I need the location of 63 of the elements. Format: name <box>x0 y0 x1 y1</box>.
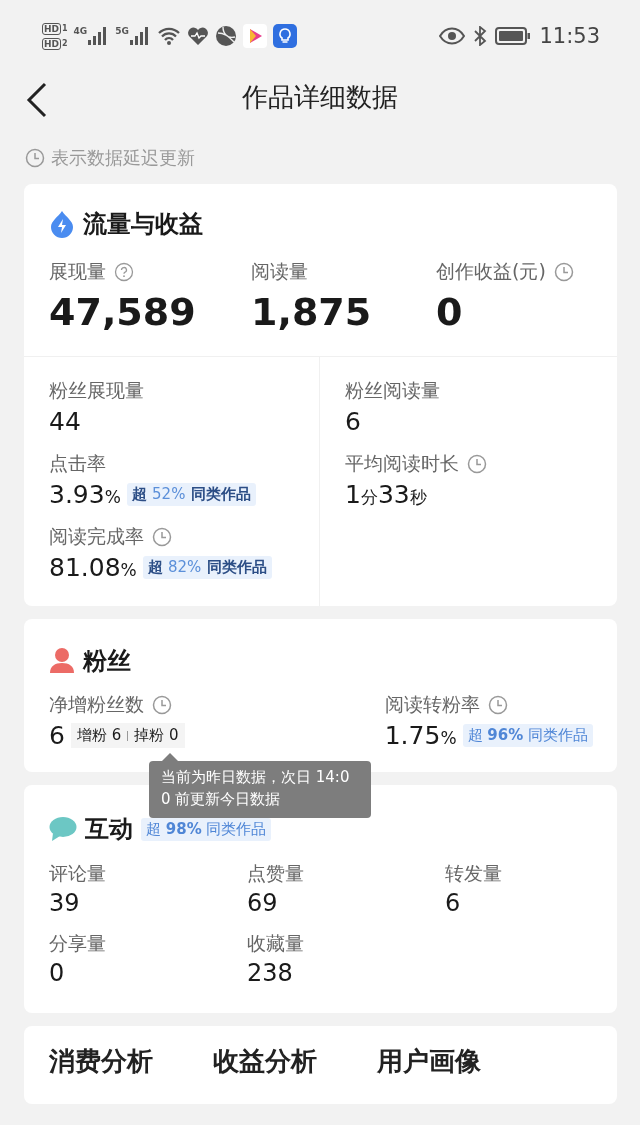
comparison-badge: 超 82% 同类作品 <box>142 556 272 579</box>
metric-value: 238 <box>247 959 294 987</box>
clock-icon <box>25 148 45 168</box>
metric-value: 6 <box>49 721 65 750</box>
metric-value: 44 <box>49 407 81 436</box>
metric-label: 评论量 <box>49 861 107 886</box>
battery-icon <box>495 26 532 46</box>
bluetooth-icon <box>473 26 488 46</box>
clock-time: 11:53 <box>539 24 600 48</box>
metric-label: 创作收益(元) <box>436 259 546 284</box>
signal-icon <box>128 26 151 46</box>
metric-label: 净增粉丝数 <box>49 692 144 717</box>
globe-icon <box>214 25 237 47</box>
metric-value: 1分33秒 <box>345 480 427 509</box>
section-title: 粉丝 <box>83 646 131 677</box>
metric-value: 47,589 <box>49 290 197 334</box>
delay-notice: 表示数据延迟更新 <box>51 146 195 170</box>
metric-label: 转发量 <box>445 861 503 886</box>
heart-icon <box>186 26 209 46</box>
hd-indicator: HD 1 <box>42 22 68 35</box>
network-label: 4G <box>73 26 88 36</box>
metric-value: 6 <box>345 407 361 436</box>
play-app-icon <box>242 24 267 48</box>
metric-label: 阅读完成率 <box>49 524 144 549</box>
eye-icon <box>439 27 466 45</box>
metric-value: 3.93% <box>49 480 121 509</box>
metric-label: 阅读转粉率 <box>384 692 480 717</box>
section-title: 流量与收益 <box>83 209 203 240</box>
hd-indicator: HD 2 <box>42 37 68 50</box>
metric-value: 1,875 <box>251 290 373 334</box>
person-icon <box>49 647 75 675</box>
network-label: 5G <box>115 26 129 36</box>
page-title: 作品详细数据 <box>242 80 398 114</box>
fan-change-detail: 增粉 6 掉粉 0 <box>70 723 185 748</box>
metric-label: 平均阅读时长 <box>345 451 459 476</box>
metric-label: 点击率 <box>49 451 106 476</box>
comparison-badge: 超 98% 同类作品 <box>141 817 272 841</box>
tab[interactable]: 用户画像 <box>377 1044 481 1079</box>
comparison-badge: 超 52% 同类作品 <box>126 483 256 506</box>
metric-label: 点赞量 <box>247 861 305 886</box>
droplet-icon <box>49 210 75 238</box>
metric-value: 6 <box>445 889 462 917</box>
metric-label: 粉丝展现量 <box>49 378 144 403</box>
metric-value: 0 <box>436 290 464 334</box>
metric-label: 展现量 <box>49 259 106 284</box>
tooltip-pointer <box>162 753 178 761</box>
metric-value: 0 <box>49 959 66 987</box>
metric-label: 粉丝阅读量 <box>345 378 440 403</box>
metric-value: 69 <box>247 889 279 917</box>
tab[interactable]: 收益分析 <box>213 1044 317 1079</box>
metric-value: 81.08% <box>49 553 137 582</box>
lightbulb-app-icon <box>272 24 297 48</box>
wifi-icon <box>156 26 181 46</box>
comparison-badge: 超 96% 同类作品 <box>462 724 593 747</box>
metric-value: 1.75% <box>384 721 457 750</box>
metric-value: 39 <box>49 889 81 917</box>
metric-label: 收藏量 <box>247 931 305 956</box>
tooltip: 当前为昨日数据，次日 14:0 0 前更新今日数据 <box>149 761 371 818</box>
chat-bubble-icon <box>49 816 77 842</box>
metric-label: 阅读量 <box>251 259 308 284</box>
tab[interactable]: 消费分析 <box>49 1044 153 1079</box>
metric-label: 分享量 <box>49 931 107 956</box>
section-title: 互动 <box>85 814 133 845</box>
